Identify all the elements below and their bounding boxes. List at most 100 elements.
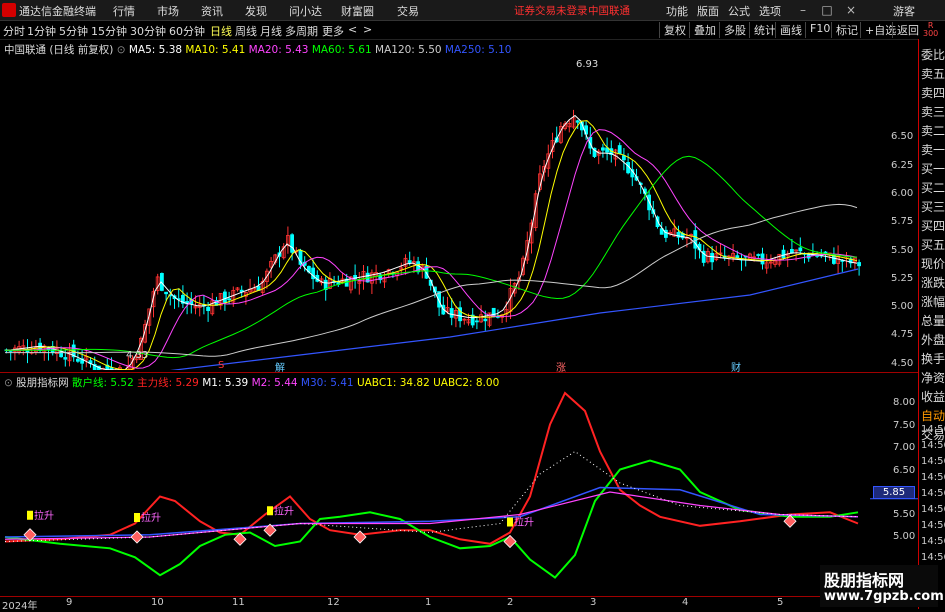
ma-line — [5, 120, 858, 370]
btn-f10[interactable]: F10 — [805, 22, 830, 38]
top-stock-name: 中国联通 — [588, 5, 630, 17]
date-tick: 9 — [66, 597, 73, 608]
btn-multistock[interactable]: 多股 — [719, 22, 746, 38]
candle-body — [735, 255, 740, 259]
btn-add-watch[interactable]: +自选 — [860, 22, 896, 38]
signal-diamond-icon — [503, 534, 517, 549]
side-label[interactable]: 总量 — [921, 312, 945, 329]
side-label[interactable]: 现价 — [921, 255, 945, 272]
candle-body — [222, 291, 227, 303]
panel-divider[interactable] — [0, 372, 918, 373]
period-5min[interactable]: 5分钟 — [59, 23, 88, 39]
candle-body — [206, 306, 211, 312]
side-label[interactable]: 卖一 — [921, 141, 945, 158]
btn-draw[interactable]: 画线 — [775, 22, 802, 38]
price-chart[interactable] — [0, 55, 918, 370]
event-tag-s[interactable]: S — [218, 360, 224, 371]
side-label[interactable]: 卖五 — [921, 65, 945, 82]
btn-mark[interactable]: 标记 — [831, 22, 858, 38]
period-60min[interactable]: 60分钟 — [169, 23, 205, 39]
candle-body — [781, 249, 786, 259]
side-label[interactable]: 涨幅 — [921, 293, 945, 310]
period-toolbar: 分时 1分钟 5分钟 15分钟 30分钟 60分钟 日线 周线 月线 多周期 更… — [0, 21, 945, 40]
nav-forward-icon[interactable]: > — [363, 23, 372, 36]
maximize-icon[interactable]: □ — [816, 1, 838, 19]
trade-login-warning[interactable]: 证券交易未登录 — [514, 3, 588, 18]
ind-tick: 5.50 — [893, 509, 916, 520]
minimize-icon[interactable]: – — [792, 1, 814, 19]
period-daily[interactable]: 日线 — [210, 23, 232, 39]
ind-tick: 7.50 — [893, 420, 916, 431]
guest-label[interactable]: 游客 — [893, 3, 915, 19]
period-1min[interactable]: 1分钟 — [27, 23, 56, 39]
period-intraday[interactable]: 分时 — [3, 23, 25, 39]
nav-back-icon[interactable]: < — [348, 23, 357, 36]
btn-rights[interactable]: 复权 — [659, 22, 686, 38]
menu-trade[interactable]: 交易 — [397, 3, 419, 19]
menu-discover[interactable]: 发现 — [245, 3, 267, 19]
ind-tick: 7.00 — [893, 442, 916, 453]
candle-body — [857, 262, 861, 267]
watermark-title: 股朋指标网 — [824, 571, 905, 590]
trade-time: 14:56 — [921, 472, 945, 483]
ind-tick: 5.00 — [893, 531, 916, 542]
btn-overlay[interactable]: 叠加 — [689, 22, 716, 38]
price-tick: 6.25 — [891, 160, 914, 171]
side-label[interactable]: 收益 — [921, 388, 945, 405]
side-label[interactable]: 买五 — [921, 236, 945, 253]
ma-line — [5, 129, 858, 369]
period-30min[interactable]: 30分钟 — [130, 23, 166, 39]
side-label[interactable]: 换手 — [921, 350, 945, 367]
period-monthly[interactable]: 月线 — [260, 23, 282, 39]
menu-options[interactable]: 选项 — [759, 3, 781, 19]
menu-layout[interactable]: 版面 — [697, 3, 719, 19]
side-label[interactable]: 买三 — [921, 198, 945, 215]
side-label[interactable]: 涨跌 — [921, 274, 945, 291]
menu-news[interactable]: 资讯 — [201, 3, 223, 19]
menu-quotes[interactable]: 行情 — [113, 3, 135, 19]
candle-body — [227, 298, 232, 301]
side-label[interactable]: 买一 — [921, 160, 945, 177]
side-label[interactable]: 卖四 — [921, 84, 945, 101]
ind-tick: 8.00 — [893, 397, 916, 408]
side-label[interactable]: 自动 — [921, 407, 945, 424]
close-icon[interactable]: × — [840, 1, 862, 19]
candle-body — [449, 308, 454, 318]
side-label[interactable]: 买二 — [921, 179, 945, 196]
btn-stats[interactable]: 统计 — [749, 22, 776, 38]
side-label[interactable]: 买四 — [921, 217, 945, 234]
panel-toggle-icon[interactable]: R 300 — [923, 22, 938, 38]
candle-body — [601, 147, 605, 151]
period-multi[interactable]: 多周期 — [285, 23, 318, 39]
candle-body — [76, 358, 80, 362]
period-more[interactable]: 更多 — [322, 23, 344, 39]
date-tick: 12 — [327, 597, 340, 608]
date-tick: 10 — [151, 597, 164, 608]
side-label[interactable]: 委比 — [921, 46, 945, 63]
menu-bar: 通达信金融终端 行情 市场 资讯 发现 问小达 财富圈 交易 证券交易未登录 中… — [0, 0, 945, 21]
trade-time: 14:56 — [921, 552, 945, 563]
menu-formula[interactable]: 公式 — [728, 3, 750, 19]
menu-function[interactable]: 功能 — [666, 3, 688, 19]
side-label[interactable]: 卖三 — [921, 103, 945, 120]
indicator-chart[interactable]: 拉升 拉升拉升拉升 — [0, 388, 918, 596]
menu-wealth[interactable]: 财富圈 — [341, 3, 374, 19]
candle-body — [63, 357, 68, 360]
price-tick: 5.00 — [891, 301, 914, 312]
m1-line — [4, 450, 859, 542]
retail-line — [4, 459, 859, 579]
menu-market[interactable]: 市场 — [157, 3, 179, 19]
side-label[interactable]: 卖二 — [921, 122, 945, 139]
period-weekly[interactable]: 周线 — [235, 23, 257, 39]
menu-ask[interactable]: 问小达 — [289, 3, 322, 19]
candle-body — [290, 234, 295, 253]
btn-return[interactable]: 返回 — [892, 22, 919, 38]
candle-body — [483, 318, 488, 322]
period-15min[interactable]: 15分钟 — [91, 23, 127, 39]
side-label[interactable]: 净资 — [921, 369, 945, 386]
candle-body — [756, 254, 761, 256]
side-label[interactable]: 外盘 — [921, 331, 945, 348]
low-price-label: 4.33 — [126, 350, 149, 361]
price-tick: 6.00 — [891, 188, 914, 199]
price-tick: 4.50 — [891, 358, 914, 369]
